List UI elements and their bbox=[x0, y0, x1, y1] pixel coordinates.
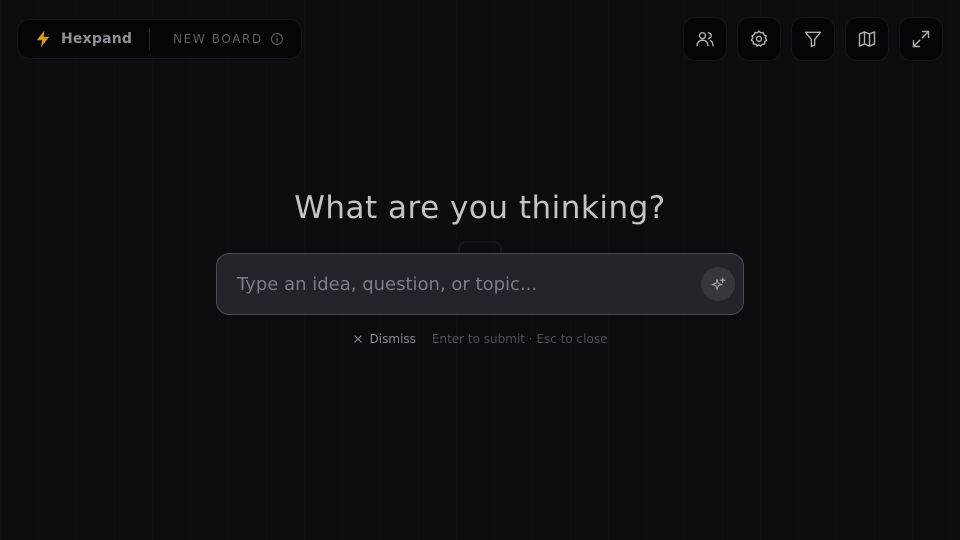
sparkles-icon bbox=[711, 277, 725, 290]
ai-suggest-button[interactable] bbox=[701, 267, 735, 301]
gear-icon bbox=[750, 30, 768, 47]
toolbar bbox=[683, 17, 943, 61]
lightning-bolt-icon bbox=[36, 30, 50, 48]
brand-divider bbox=[149, 28, 151, 50]
prompt-hint-row: Dismiss Enter to submit · Esc to close bbox=[0, 332, 960, 346]
users-icon bbox=[696, 31, 714, 47]
map-icon bbox=[858, 31, 876, 47]
filter-button[interactable] bbox=[791, 17, 835, 61]
dismiss-label: Dismiss bbox=[369, 332, 416, 346]
filter-icon bbox=[804, 31, 822, 48]
close-icon bbox=[353, 335, 362, 343]
keyboard-hint: Enter to submit · Esc to close bbox=[431, 332, 608, 346]
settings-button[interactable] bbox=[737, 17, 781, 61]
expand-icon bbox=[912, 30, 930, 48]
app-name: Hexpand bbox=[61, 31, 133, 47]
map-button[interactable] bbox=[845, 17, 889, 61]
collaborators-button[interactable] bbox=[683, 17, 727, 61]
info-icon[interactable] bbox=[270, 32, 284, 46]
fullscreen-button[interactable] bbox=[899, 17, 943, 61]
board-title[interactable]: NEW BOARD bbox=[173, 32, 263, 46]
dismiss-button[interactable]: Dismiss bbox=[353, 332, 416, 346]
idea-input-container bbox=[216, 253, 744, 315]
brand-bar: Hexpand NEW BOARD bbox=[17, 19, 302, 59]
prompt-headline: What are you thinking? bbox=[294, 190, 666, 226]
idea-input[interactable] bbox=[217, 254, 687, 314]
